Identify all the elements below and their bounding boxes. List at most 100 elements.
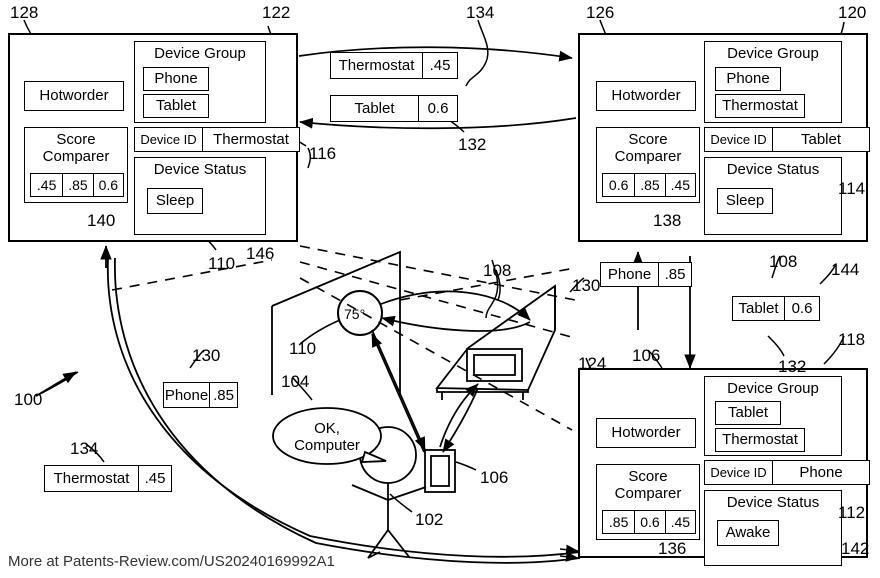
score-message-name: Tablet [331,96,419,121]
device-id-key: Device ID [705,128,773,151]
group-member-label: Thermostat [722,97,798,115]
hotworder-box-phone[interactable]: Hotworder [596,418,696,448]
patent-figure: Hotworder Device Group Phone Tablet Devi… [0,0,880,578]
score-value: 0.6 [98,177,119,193]
score-message-tablet-top: Tablet 0.6 [330,95,458,122]
reference-numeral: 132 [458,135,487,154]
score-comparer-line1: Score [628,131,668,148]
device-status-value-box: Sleep [717,188,773,214]
hotworder-label: Hotworder [611,87,681,105]
reference-numeral: 138 [653,211,682,230]
score-comparer-line2: Comparer [614,484,682,502]
reference-numeral: 118 [838,330,866,349]
device-id-key: Device ID [705,461,773,484]
group-member-phone[interactable]: Phone [143,67,209,91]
score-value: .45 [31,174,64,196]
device-id-value: Phone [799,464,843,481]
score-message-thermostat-left: Thermostat .45 [44,465,172,492]
group-member-thermostat[interactable]: Thermostat [715,428,805,452]
device-group-phone: Device Group Tablet Thermostat [704,376,842,456]
reference-numeral: 130 [572,276,601,295]
score-comparer-thermostat: Score Comparer .45 .85 0.6 [24,127,128,203]
reference-numeral: 100 [14,390,43,409]
reference-numeral: 130 [192,346,221,365]
score-message-value: .85 [664,266,686,283]
score-message-phone-left: Phone .85 [163,382,238,408]
score-message-phone-right: Phone .85 [600,262,692,287]
score-value: .45 [670,514,691,530]
score-value: 0.6 [603,174,636,196]
device-group-title: Device Group [727,45,819,62]
thermostat-temperature: 75° [344,306,366,322]
score-value: .85 [603,511,636,533]
group-member-tablet[interactable]: Tablet [143,94,209,118]
device-id-key: Device ID [135,128,203,151]
device-status-title: Device Status [726,494,820,511]
device-id-row-phone: Device ID Phone [704,460,870,485]
score-message-tablet-right: Tablet 0.6 [732,296,820,321]
score-value: .85 [63,174,94,196]
score-list-phone: .85 0.6 .45 [602,510,696,534]
user-utterance: OK, Computer [275,420,379,455]
tablet-device-panel: Hotworder Device Group Phone Thermostat … [578,33,870,242]
reference-numeral: 120 [838,3,867,22]
phone-device-panel: Hotworder Device Group Tablet Thermostat… [578,368,870,566]
hotworder-box-tablet[interactable]: Hotworder [596,81,696,111]
score-comparer-line2: Comparer [42,147,110,165]
reference-numeral: 134 [70,439,99,458]
score-list-tablet: 0.6 .85 .45 [602,173,696,197]
reference-numeral: 124 [578,354,607,373]
group-member-thermostat[interactable]: Thermostat [715,94,805,118]
reference-numeral: 106 [480,468,509,487]
group-member-label: Thermostat [722,431,798,449]
reference-numeral: 140 [87,211,116,230]
desk [435,284,556,400]
reference-numeral: 122 [262,3,291,22]
reference-numeral: 108 [769,252,798,271]
device-id-row-thermostat: Device ID Thermostat [134,127,300,152]
score-message-value: .85 [213,386,234,404]
group-member-phone[interactable]: Phone [715,67,781,91]
hotworder-label: Hotworder [39,87,109,105]
utterance-line1: OK, [314,420,340,437]
score-message-name: Phone [164,383,210,407]
score-comparer-tablet: Score Comparer 0.6 .85 .45 [596,127,700,203]
score-message-thermostat-top: Thermostat .45 [330,52,458,79]
group-member-label: Tablet [727,404,769,422]
score-comparer-phone: Score Comparer .85 0.6 .45 [596,464,700,540]
reference-numeral: 136 [658,539,687,558]
group-member-label: Phone [726,70,770,88]
device-group-title: Device Group [727,380,819,397]
device-status-value: Sleep [155,192,195,210]
reference-numeral: 114 [838,179,866,198]
reference-numeral: 146 [246,244,275,263]
reference-numeral: 110 [208,254,236,273]
score-comparer-title: Score Comparer [597,131,699,165]
reference-numeral: 126 [586,3,615,22]
reference-numeral: 144 [831,260,860,279]
score-message-name: Thermostat [331,53,423,78]
device-group-tablet: Device Group Phone Thermostat [704,41,842,123]
device-group-title: Device Group [154,45,246,62]
hotworder-box-thermostat[interactable]: Hotworder [24,81,124,111]
device-status-value: Awake [725,524,771,542]
device-id-row-tablet: Device ID Tablet [704,127,870,152]
score-message-value: .45 [144,470,166,487]
score-comparer-line1: Score [628,468,668,485]
score-value: .85 [635,174,666,196]
score-value: .45 [670,177,691,193]
group-member-tablet[interactable]: Tablet [715,401,781,425]
utterance-line2: Computer [294,436,360,454]
reference-numeral: 128 [10,3,39,22]
score-message-name: Phone [601,263,659,286]
device-id-value: Tablet [800,131,842,148]
reference-numeral: 132 [778,357,807,376]
device-id-value: Thermostat [213,131,289,148]
group-member-label: Tablet [155,97,197,115]
device-status-value-box: Sleep [147,188,203,214]
reference-numeral: 106 [632,346,661,365]
reference-numeral: 102 [415,510,444,529]
phone-device [424,449,456,493]
score-message-name: Tablet [733,297,785,320]
watermark-text: More at Patents-Review.com/US20240169992… [8,553,335,570]
